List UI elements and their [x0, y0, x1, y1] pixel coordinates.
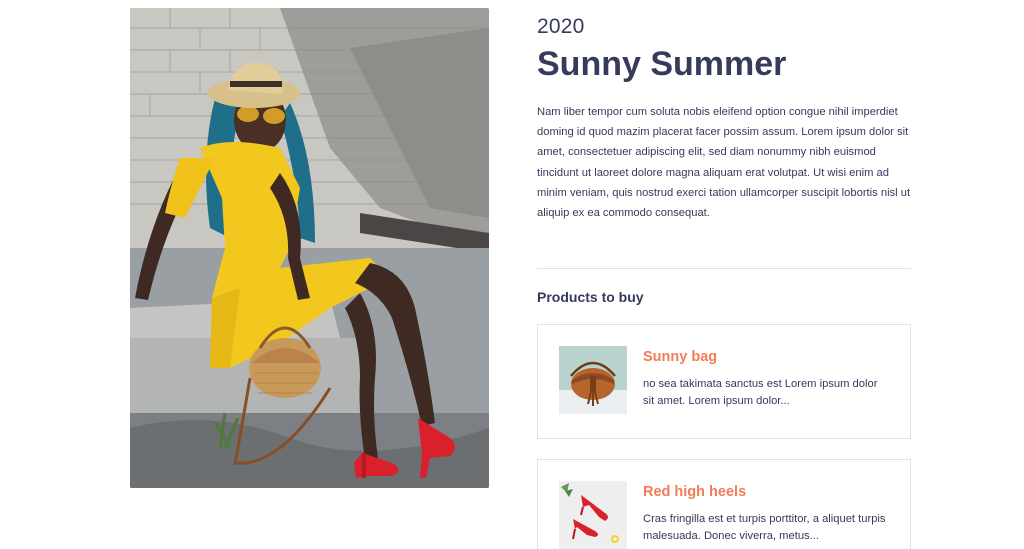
- product-card-red-high-heels[interactable]: Red high heels Cras fringilla est et tur…: [537, 459, 911, 549]
- products-heading: Products to buy: [537, 289, 644, 305]
- section-divider: [537, 268, 911, 269]
- product-name[interactable]: Sunny bag: [643, 347, 717, 367]
- product-card-sunny-bag[interactable]: Sunny bag no sea takimata sanctus est Lo…: [537, 324, 911, 439]
- product-image-sunny-bag[interactable]: [559, 346, 627, 414]
- article-title: Sunny Summer: [537, 45, 787, 83]
- article-description: Nam liber tempor cum soluta nobis eleife…: [537, 106, 911, 220]
- hero-photo: [130, 8, 489, 488]
- product-description: no sea takimata sanctus est Lorem ipsum …: [643, 378, 878, 407]
- product-lookbook-page: 2020 Sunny Summer Nam liber tempor cum s…: [0, 0, 1024, 549]
- product-description: Cras fringilla est et turpis porttitor, …: [643, 513, 886, 542]
- product-image-red-high-heels[interactable]: [559, 481, 627, 549]
- article-year: 2020: [537, 15, 585, 38]
- product-name[interactable]: Red high heels: [643, 482, 746, 502]
